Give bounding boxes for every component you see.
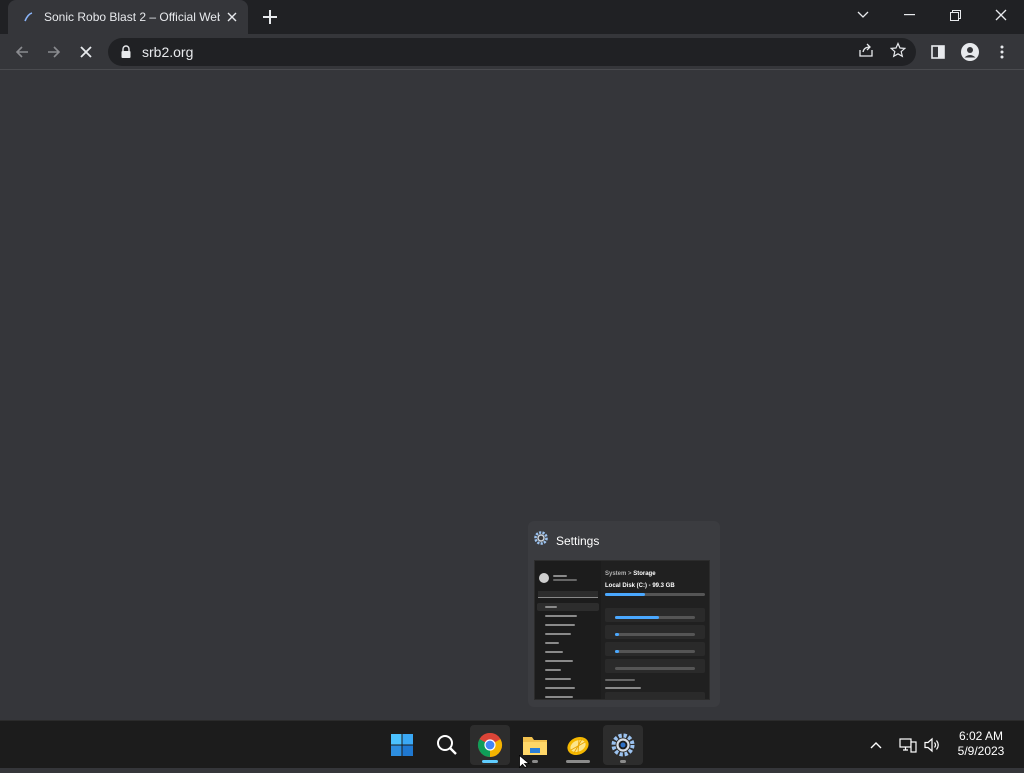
bookmark-star-icon[interactable]	[888, 40, 908, 60]
loading-favicon-icon	[20, 9, 36, 25]
close-window-icon[interactable]	[978, 0, 1024, 30]
tab-search-icon[interactable]	[840, 0, 886, 30]
thumbnail-avatar	[539, 573, 549, 583]
preview-title: Settings	[556, 533, 600, 548]
restore-icon[interactable]	[932, 0, 978, 30]
menu-kebab-icon[interactable]	[988, 38, 1016, 66]
forward-icon[interactable]	[40, 38, 68, 66]
stop-loading-icon[interactable]	[72, 38, 100, 66]
thumbnail-search	[538, 591, 598, 598]
preview-header: Settings	[534, 531, 599, 550]
clock-time: 6:02 AM	[958, 729, 1004, 743]
thumbnail-row	[605, 608, 705, 622]
thumbnail-breadcrumb: System > Storage	[605, 571, 656, 577]
thumbnail-disk-label: Local Disk (C:) - 99.3 GB	[605, 583, 675, 589]
show-hidden-icons-chevron-icon[interactable]	[866, 721, 886, 769]
start-windows-icon[interactable]	[382, 725, 422, 765]
preview-thumbnail[interactable]: System > Storage Local Disk (C:) - 99.3 …	[534, 560, 710, 700]
url-text: srb2.org	[142, 44, 194, 60]
browser-tab[interactable]: Sonic Robo Blast 2 – Official Web	[8, 0, 248, 34]
network-icon[interactable]	[897, 721, 919, 769]
minimize-icon[interactable]	[886, 0, 932, 30]
thumbnail-disk-usage-bar	[605, 593, 705, 596]
page-content	[0, 71, 1024, 720]
lock-icon[interactable]	[120, 45, 132, 59]
back-icon[interactable]	[8, 38, 36, 66]
system-clock[interactable]: 6:02 AM 5/9/2023	[948, 729, 1014, 759]
thumbnail-row	[605, 659, 705, 673]
orange-fruit-app-icon[interactable]	[558, 725, 598, 765]
title-bar: Sonic Robo Blast 2 – Official Web	[0, 0, 1024, 34]
taskbar: 6:02 AM 5/9/2023	[0, 720, 1024, 768]
new-tab-button[interactable]	[258, 5, 282, 29]
thumbnail-row	[605, 625, 705, 639]
chrome-icon[interactable]	[470, 725, 510, 765]
clock-date: 5/9/2023	[957, 744, 1005, 758]
search-icon[interactable]	[427, 725, 467, 765]
mouse-cursor-icon	[519, 754, 531, 769]
thumbnail-row	[605, 642, 705, 656]
share-icon[interactable]	[856, 40, 876, 60]
thumbnail-main: System > Storage Local Disk (C:) - 99.3 …	[603, 561, 709, 699]
settings-window-preview[interactable]: Settings System > Storage Local Disk (C:…	[528, 521, 720, 707]
browser-toolbar: srb2.org	[0, 34, 1024, 70]
tab-close-icon[interactable]	[224, 9, 240, 25]
side-panel-icon[interactable]	[924, 38, 952, 66]
thumbnail-sidebar	[535, 561, 601, 699]
address-bar[interactable]: srb2.org	[108, 38, 916, 66]
settings-gear-taskbar-icon[interactable]	[603, 725, 643, 765]
tab-title: Sonic Robo Blast 2 – Official Web	[44, 10, 220, 24]
volume-icon[interactable]	[922, 721, 944, 769]
profile-icon[interactable]	[956, 38, 984, 66]
settings-gear-icon	[534, 531, 548, 550]
